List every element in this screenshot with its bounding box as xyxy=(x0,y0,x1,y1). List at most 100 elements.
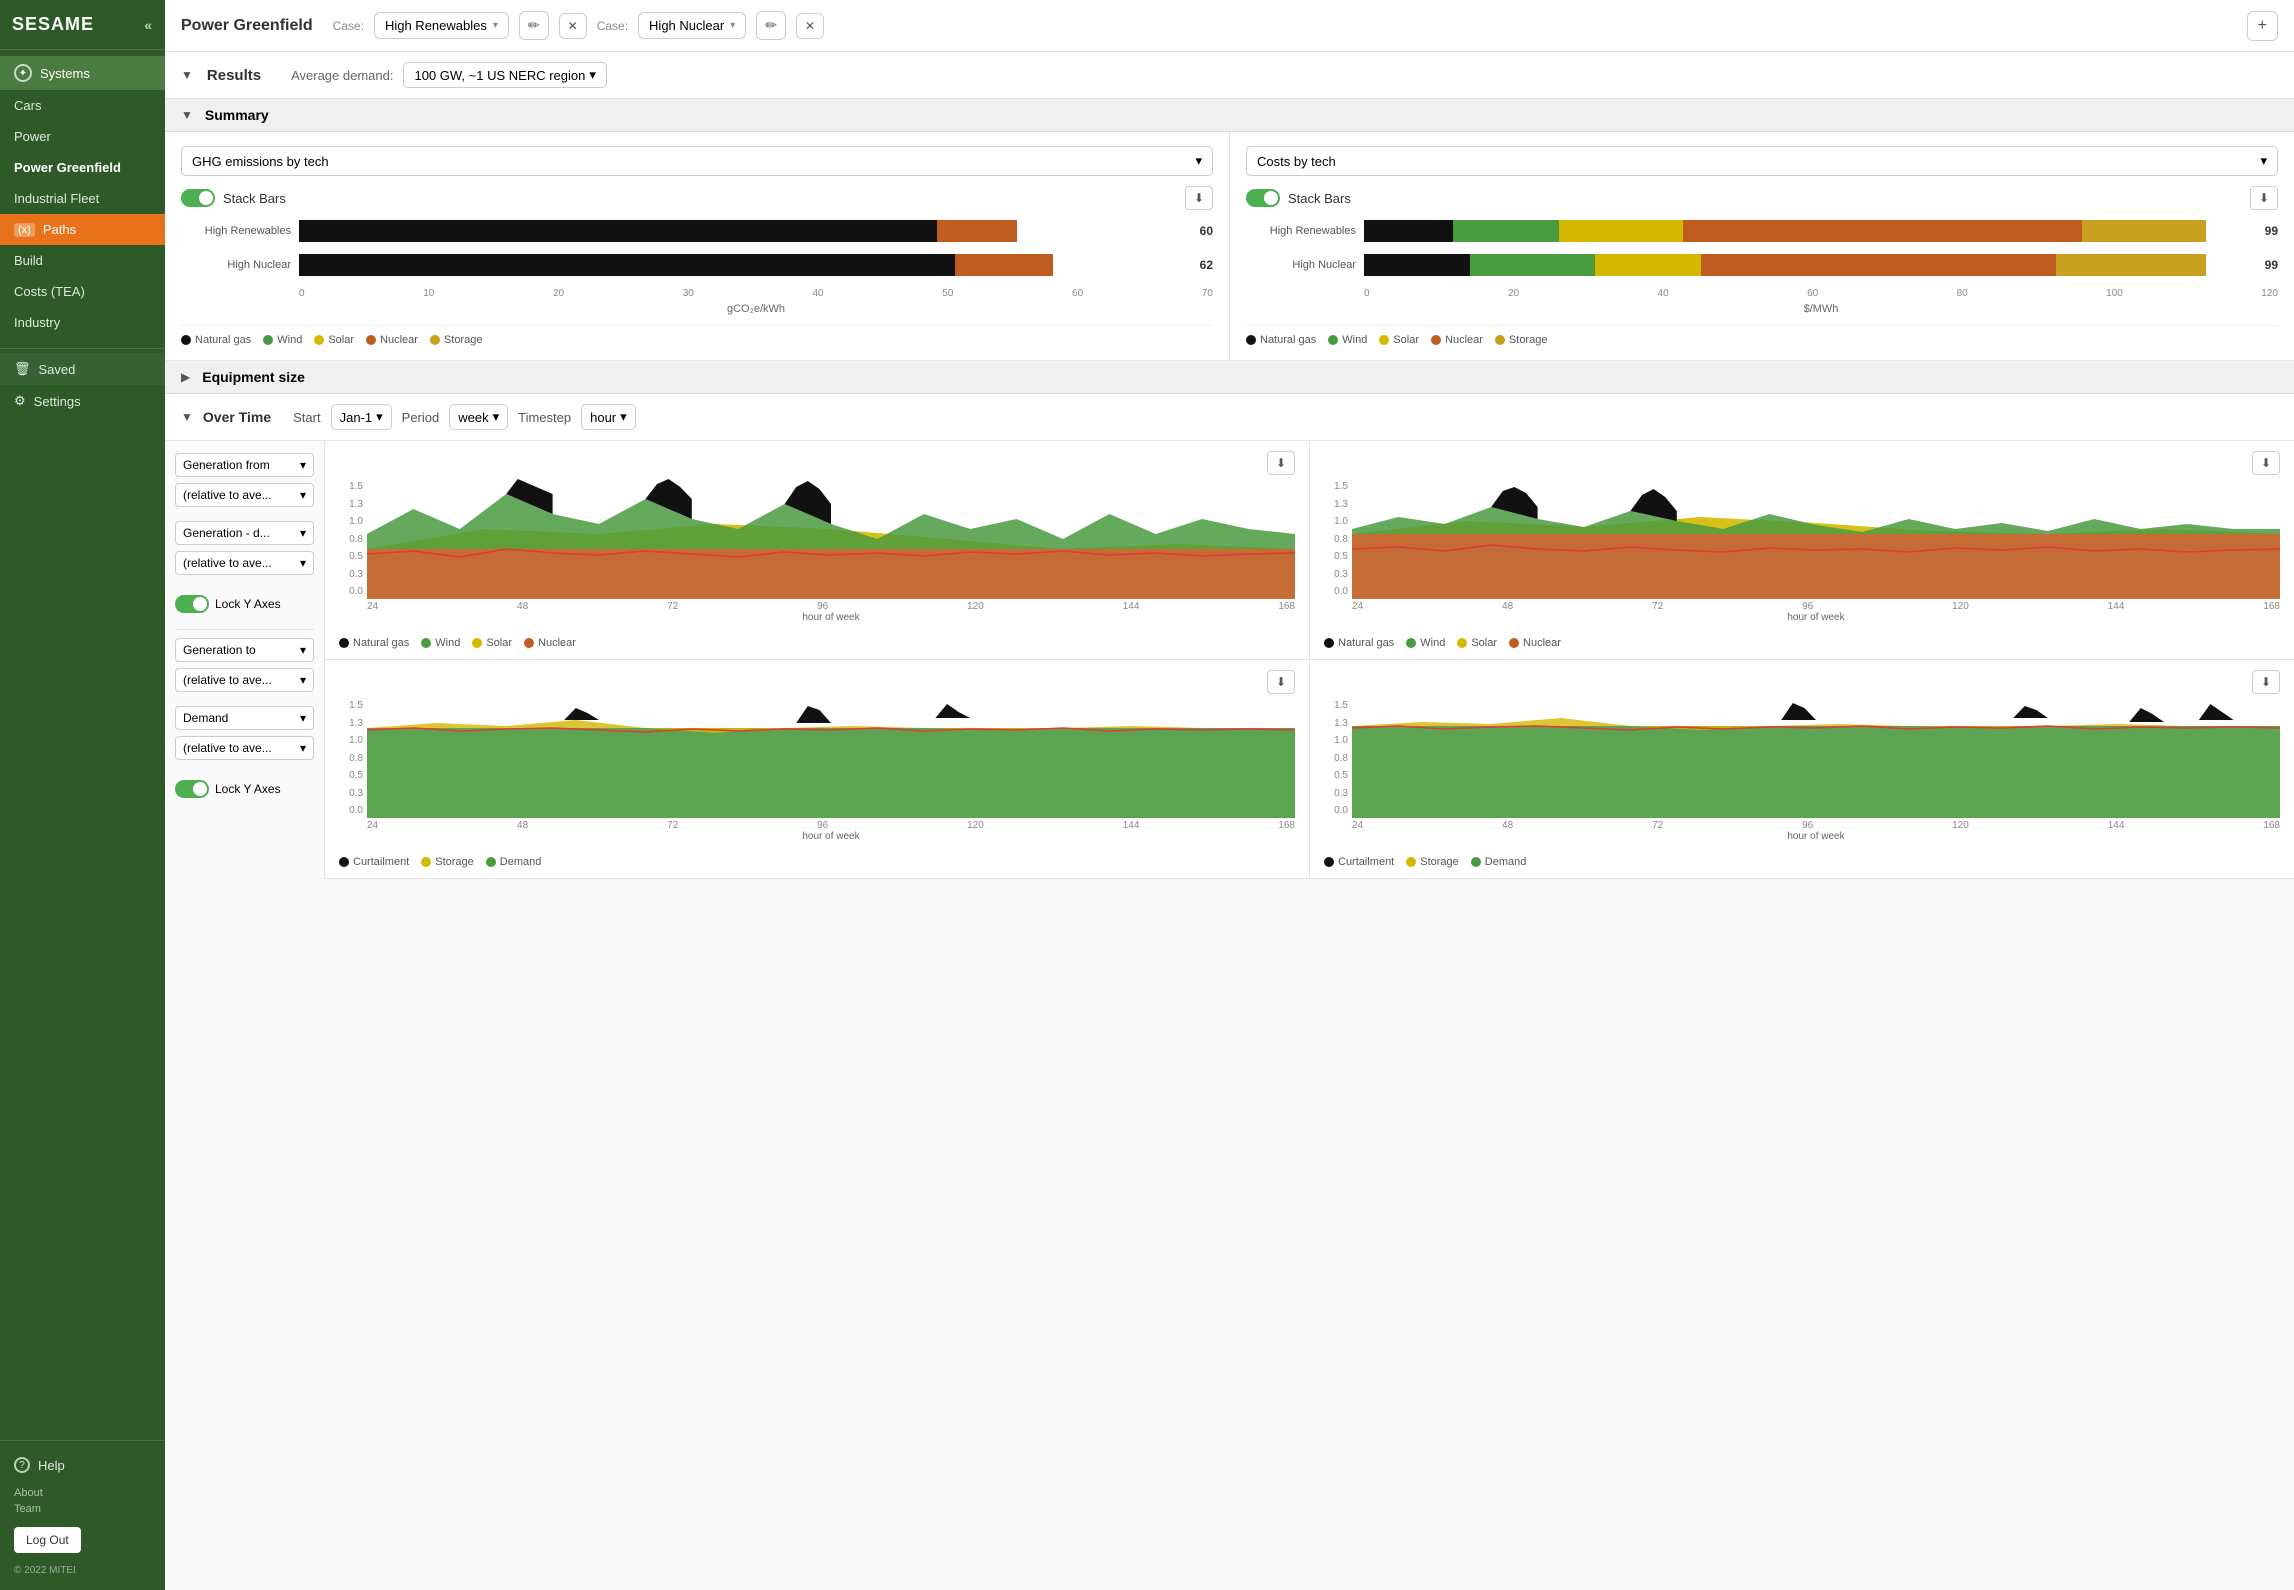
equipment-title: Equipment size xyxy=(202,369,305,385)
sidebar: SESAME « ✦ Systems Cars Power Power Gree… xyxy=(0,0,165,1590)
cost-toggle-row: Stack Bars ⬇ xyxy=(1246,186,2278,210)
lock-y-axes-toggle2[interactable] xyxy=(175,780,209,798)
storage-hr-chart-panel: ⬇ 1.51.31.00.80.50.30.0 xyxy=(325,660,1310,878)
gen-from-relative-selector[interactable]: (relative to ave... ▾ xyxy=(175,483,314,507)
cost-legend-dot-natural-gas xyxy=(1246,335,1256,345)
settings-icon: ⚙ xyxy=(14,393,26,409)
sidebar-item-paths[interactable]: (x) Paths xyxy=(0,214,165,245)
team-link[interactable]: Team xyxy=(14,1501,151,1517)
ghg-stack-toggle[interactable] xyxy=(181,189,215,207)
sidebar-item-power[interactable]: Power xyxy=(0,121,165,152)
gen-hr-chart-panel: ⬇ 1.51.31.00.80.50.30.0 xyxy=(325,441,1310,659)
sidebar-item-build[interactable]: Build xyxy=(0,245,165,276)
gen-from-relative-label: (relative to ave... xyxy=(183,488,272,502)
case2-edit-button[interactable]: ✏ xyxy=(756,11,786,40)
avg-demand-value: 100 GW, ~1 US NERC region xyxy=(414,68,585,83)
demand-relative-selector[interactable]: (relative to ave... ▾ xyxy=(175,736,314,760)
gen-to-selector[interactable]: Generation to ▾ xyxy=(175,638,314,662)
gen-to-relative-selector[interactable]: (relative to ave... ▾ xyxy=(175,668,314,692)
gen-diff-relative-selector[interactable]: (relative to ave... ▾ xyxy=(175,551,314,575)
gen-hn-download-button[interactable]: ⬇ xyxy=(2252,451,2280,475)
start-selector[interactable]: Jan-1 ▾ xyxy=(331,404,392,430)
cost-dropdown[interactable]: Costs by tech ▾ xyxy=(1246,146,2278,176)
period-chevron-icon: ▾ xyxy=(493,409,500,425)
cost-bar-value-hr: 99 xyxy=(2265,224,2278,238)
sidebar-item-systems[interactable]: ✦ Systems xyxy=(0,56,165,90)
demand-selector[interactable]: Demand ▾ xyxy=(175,706,314,730)
sidebar-item-industrial-fleet[interactable]: Industrial Fleet xyxy=(0,183,165,214)
cost-bar-label-hn: High Nuclear xyxy=(1246,259,1356,271)
main-content: Power Greenfield Case: High Renewables ▾… xyxy=(165,0,2294,1590)
over-time-chevron-icon[interactable]: ▼ xyxy=(181,410,193,424)
legend-dot-solar xyxy=(314,335,324,345)
ghg-dropdown[interactable]: GHG emissions by tech ▾ xyxy=(181,146,1213,176)
logout-button[interactable]: Log Out xyxy=(14,1527,81,1553)
gen-to-relative-label: (relative to ave... xyxy=(183,673,272,687)
over-time-controls: Start Jan-1 ▾ Period week ▾ Timestep hou… xyxy=(293,404,636,430)
storage-hn-y-axis: 1.51.31.00.80.50.30.0 xyxy=(1324,698,1348,818)
cost-stack-toggle[interactable] xyxy=(1246,189,1280,207)
storage-hn-x-labels: 24487296120144168 xyxy=(1324,820,2280,831)
gen-hr-chart-area xyxy=(367,479,1295,599)
over-time-section: ▼ Over Time Start Jan-1 ▾ Period week ▾ … xyxy=(165,394,2294,879)
gen-hr-download-button[interactable]: ⬇ xyxy=(1267,451,1295,475)
legend-natural-gas: Natural gas xyxy=(181,334,251,346)
case2-close-button[interactable]: ✕ xyxy=(796,13,824,39)
gen-from-selector[interactable]: Generation from ▾ xyxy=(175,453,314,477)
period-selector[interactable]: week ▾ xyxy=(449,404,508,430)
sidebar-item-industry[interactable]: Industry xyxy=(0,307,165,338)
summary-charts: GHG emissions by tech ▾ Stack Bars ⬇ Hig… xyxy=(165,132,2294,361)
storage-chart-row: ⬇ 1.51.31.00.80.50.30.0 xyxy=(325,660,2294,879)
case2-selector[interactable]: High Nuclear ▾ xyxy=(638,12,746,39)
ghg-dropdown-chevron-icon: ▾ xyxy=(1195,153,1202,169)
gen-diff-label: Generation - d... xyxy=(183,526,270,540)
systems-icon: ✦ xyxy=(14,64,32,82)
demand-relative-chevron-icon: ▾ xyxy=(300,741,306,755)
storage-hn-download-button[interactable]: ⬇ xyxy=(2252,670,2280,694)
gen-diff-controls: Generation - d... ▾ (relative to ave... … xyxy=(175,521,314,581)
cost-seg-green-hn xyxy=(1470,254,1594,276)
sidebar-item-costs[interactable]: Costs (TEA) xyxy=(0,276,165,307)
sidebar-item-saved[interactable]: 🗑 Saved xyxy=(0,353,165,385)
legend-dot-nuclear xyxy=(366,335,376,345)
gen-to-relative-chevron-icon: ▾ xyxy=(300,673,306,687)
cost-dropdown-chevron-icon: ▾ xyxy=(2260,153,2267,169)
ghg-bar-value-hr: 60 xyxy=(1200,224,1213,238)
add-case-button[interactable]: + xyxy=(2247,11,2278,41)
cost-x-axis-label: $/MWh xyxy=(1246,303,2278,315)
gen-hr-legend: Natural gas Wind Solar Nuclear xyxy=(339,633,1295,649)
summary-header[interactable]: ▼ Summary xyxy=(165,99,2294,132)
gen-diff-selector[interactable]: Generation - d... ▾ xyxy=(175,521,314,545)
case1-close-button[interactable]: ✕ xyxy=(559,13,587,39)
timestep-selector[interactable]: hour ▾ xyxy=(581,404,636,430)
sidebar-item-settings[interactable]: ⚙ Settings xyxy=(0,385,165,417)
avg-demand-selector[interactable]: 100 GW, ~1 US NERC region ▾ xyxy=(403,62,606,88)
legend-dot-natural-gas xyxy=(181,335,191,345)
equipment-header[interactable]: ▶ Equipment size xyxy=(165,361,2294,394)
about-link[interactable]: About xyxy=(14,1485,151,1501)
gen-hn-chart-area xyxy=(1352,479,2280,599)
storage-hn-legend: Curtailment Storage Demand xyxy=(1324,852,2280,868)
time-charts-layout: Generation from ▾ (relative to ave... ▾ … xyxy=(165,441,2294,879)
sidebar-item-cars[interactable]: Cars xyxy=(0,90,165,121)
page-title: Power Greenfield xyxy=(181,17,313,35)
timestep-chevron-icon: ▾ xyxy=(620,409,627,425)
sidebar-item-power-greenfield[interactable]: Power Greenfield xyxy=(0,152,165,183)
sidebar-help-button[interactable]: ? Help xyxy=(0,1449,165,1481)
ghg-seg-black-hn xyxy=(299,254,955,276)
equipment-chevron-icon: ▶ xyxy=(181,370,190,384)
case1-edit-button[interactable]: ✏ xyxy=(519,11,549,40)
gen-from-controls: Generation from ▾ (relative to ave... ▾ xyxy=(175,453,314,513)
case1-selector[interactable]: High Renewables ▾ xyxy=(374,12,509,39)
ghg-bar-segments-hr xyxy=(299,220,1186,242)
ghg-download-button[interactable]: ⬇ xyxy=(1185,186,1213,210)
lock-y-axes-toggle[interactable] xyxy=(175,595,209,613)
cost-legend-natural-gas: Natural gas xyxy=(1246,334,1316,346)
results-title: Results xyxy=(207,67,261,84)
results-chevron-icon[interactable]: ▼ xyxy=(181,68,193,82)
ghg-stack-label: Stack Bars xyxy=(223,191,286,206)
cost-legend-solar: Solar xyxy=(1379,334,1419,346)
collapse-sidebar-button[interactable]: « xyxy=(144,17,153,33)
cost-download-button[interactable]: ⬇ xyxy=(2250,186,2278,210)
storage-hr-download-button[interactable]: ⬇ xyxy=(1267,670,1295,694)
